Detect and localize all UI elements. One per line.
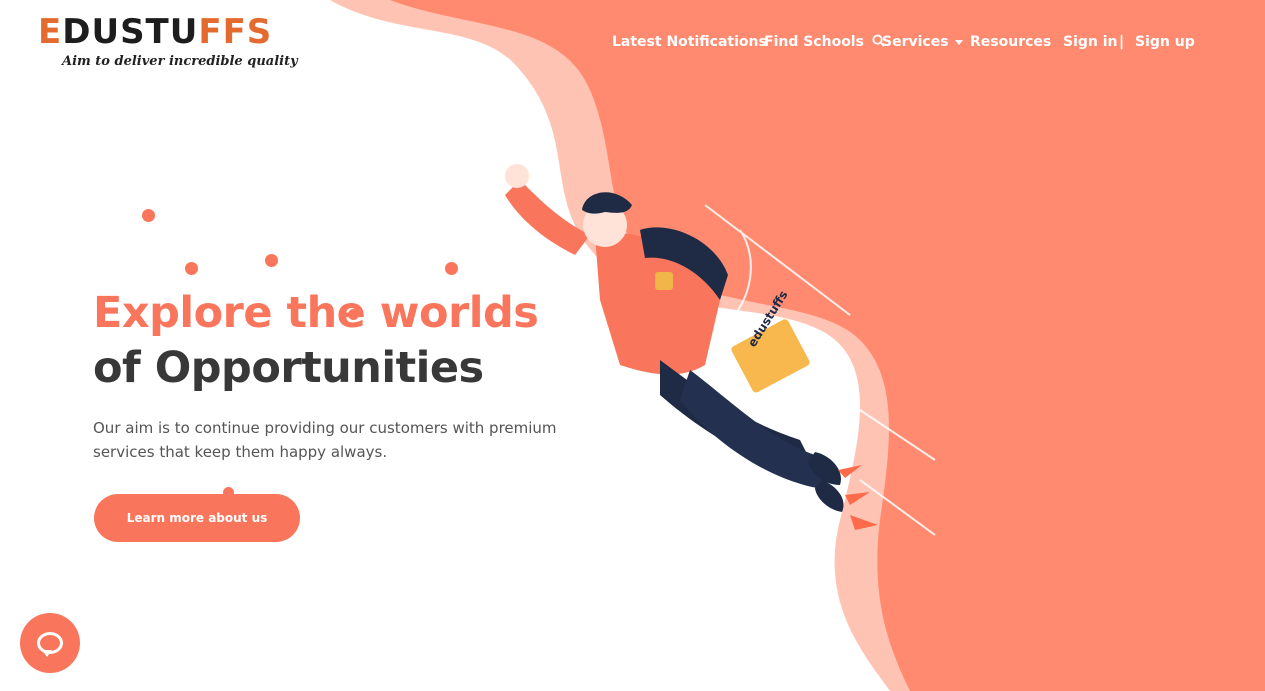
nav-services-dropdown[interactable]: Services xyxy=(882,30,963,54)
chevron-down-icon xyxy=(954,39,963,45)
hero-description: Our aim is to continue providing our cus… xyxy=(93,419,557,461)
decorative-dot xyxy=(185,262,198,275)
nav-latest-notifications[interactable]: Latest Notifications xyxy=(612,30,767,54)
chat-bubble-icon xyxy=(37,632,63,657)
nav-sign-in[interactable]: Sign in xyxy=(1063,30,1118,54)
site-logo[interactable]: EDUSTUFFS Aim to deliver incredible qual… xyxy=(38,12,298,74)
learn-more-button[interactable]: Learn more about us xyxy=(94,494,300,542)
decorative-dot xyxy=(445,262,458,275)
decorative-dot xyxy=(142,209,155,222)
chat-widget-button[interactable] xyxy=(20,613,80,673)
nav-services-label: Services xyxy=(882,34,949,50)
decorative-dot xyxy=(265,254,278,267)
logo-wordmark: EDUSTUFFS xyxy=(38,12,273,52)
main-wave-shape xyxy=(390,0,1265,691)
nav-find-schools[interactable]: Find Schools xyxy=(764,30,885,54)
hero-title-line1: Explore the worlds xyxy=(93,288,539,338)
nav-resources[interactable]: Resources xyxy=(970,30,1051,54)
hero-title-line2: of Opportunities xyxy=(93,343,484,393)
nav-find-schools-label: Find Schools xyxy=(764,34,864,50)
book-shape xyxy=(731,319,810,393)
nav-sign-up[interactable]: Sign up xyxy=(1135,30,1195,54)
logo-tagline: Aim to deliver incredible quality xyxy=(62,54,298,69)
nav-separator: | xyxy=(1119,34,1125,50)
